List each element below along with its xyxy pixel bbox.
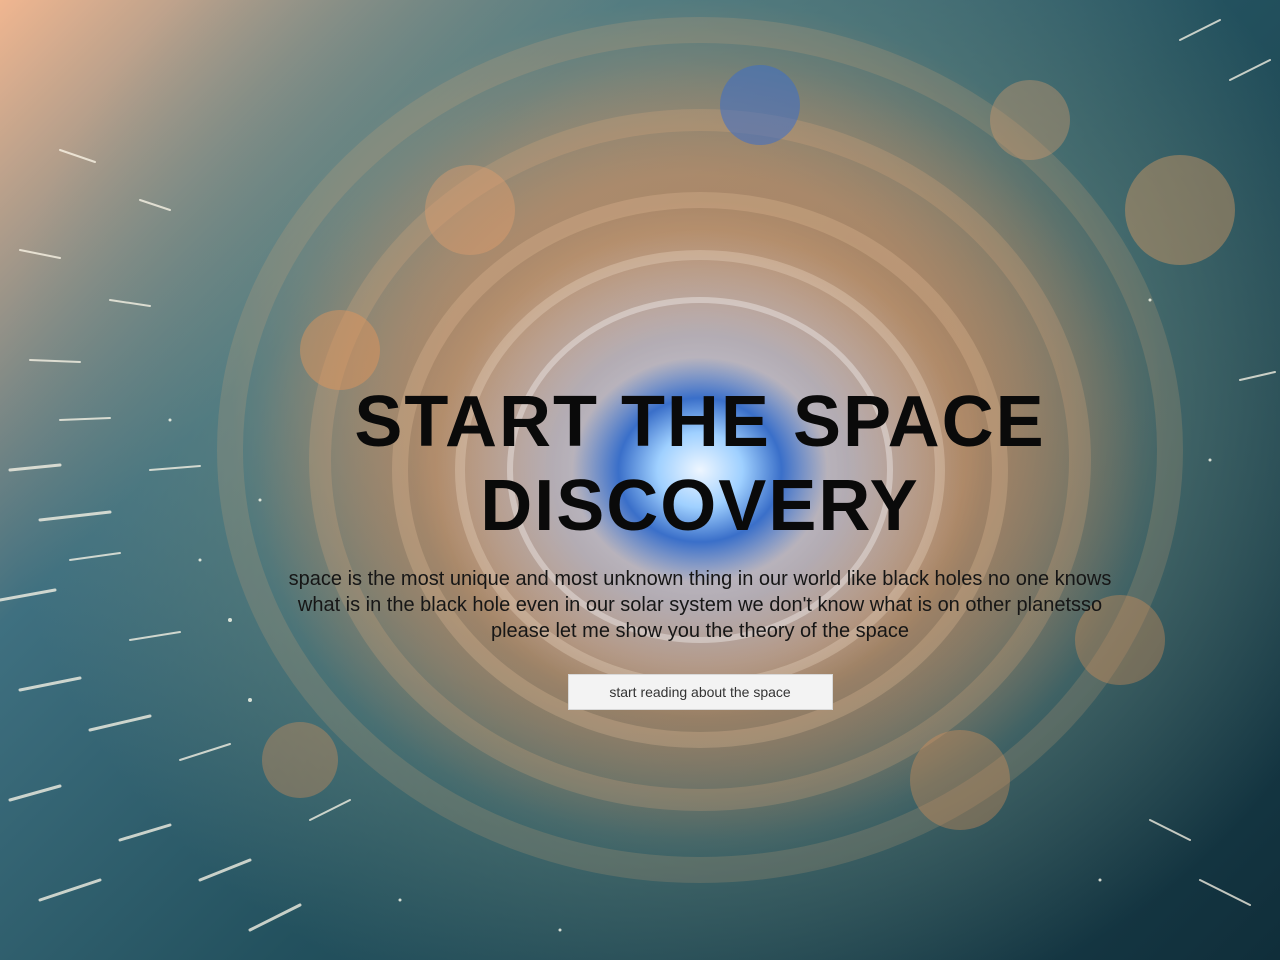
page-screen: START THE SPACE DISCOVERY space is the m… — [0, 0, 1280, 960]
start-reading-button[interactable]: start reading about the space — [567, 674, 833, 710]
hero-description: space is the most unique and most unknow… — [288, 568, 1112, 642]
hero-title: START THE SPACE DISCOVERY — [354, 382, 1046, 546]
hero-section: START THE SPACE DISCOVERY space is the m… — [240, 380, 1160, 710]
